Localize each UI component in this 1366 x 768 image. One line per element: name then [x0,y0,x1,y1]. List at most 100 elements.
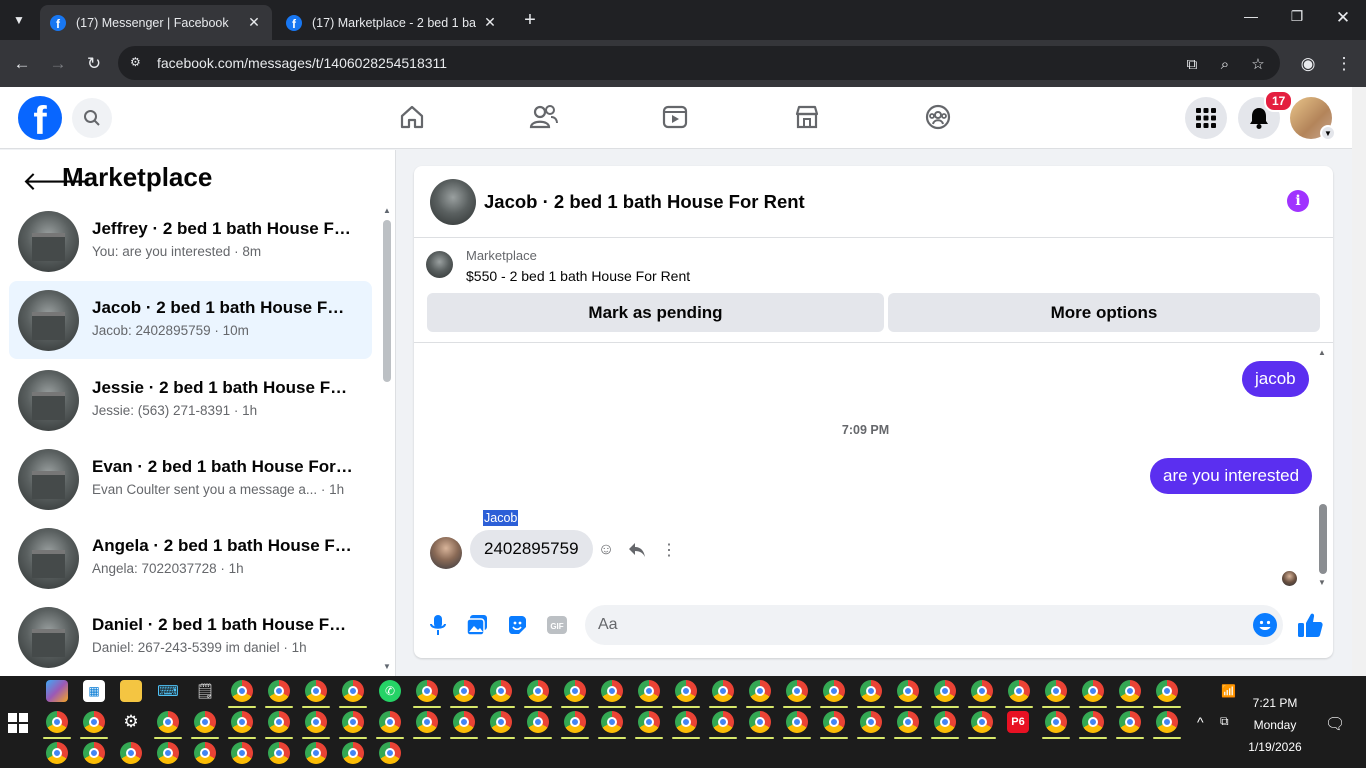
chrome-taskbar-icon[interactable] [80,711,108,739]
chrome-taskbar-icon[interactable] [561,680,589,708]
send-like-button[interactable] [1296,611,1324,639]
notepad-icon[interactable]: 🗒 [194,680,216,702]
tab-close-icon[interactable]: ✕ [482,14,498,31]
chrome-taskbar-icon[interactable] [931,711,959,739]
chrome-taskbar-icon[interactable] [231,742,253,764]
zoom-icon[interactable]: ⌕ [1215,54,1235,74]
chrome-taskbar-icon[interactable] [894,680,922,708]
chrome-taskbar-icon[interactable] [302,711,330,739]
profile-icon[interactable]: ◉ [1296,52,1320,76]
marketplace-nav-button[interactable] [791,101,823,133]
menu-button[interactable] [1185,97,1227,139]
conversation-item[interactable]: Evan · 2 bed 1 bath House For Re... Evan… [9,440,372,518]
scroll-up-arrow-icon[interactable]: ▲ [383,206,391,215]
chrome-taskbar-icon[interactable] [1042,680,1070,708]
gif-button[interactable]: GIF [545,613,569,637]
chrome-taskbar-icon[interactable] [635,680,663,708]
chrome-taskbar-icon[interactable] [931,680,959,708]
chrome-taskbar-icon[interactable] [857,680,885,708]
sticker-button[interactable] [505,613,529,637]
outgoing-message[interactable]: are you interested [1150,458,1313,494]
chrome-taskbar-icon[interactable] [265,680,293,708]
chrome-taskbar-icon[interactable] [598,711,626,739]
chrome-taskbar-icon[interactable] [83,742,105,764]
chrome-taskbar-icon[interactable] [783,680,811,708]
chrome-taskbar-icon[interactable] [228,711,256,739]
chrome-taskbar-icon[interactable] [1042,711,1070,739]
react-emoji-icon[interactable]: ☺ [596,540,616,560]
windows-start-icon[interactable] [8,713,28,733]
chrome-taskbar-icon[interactable] [968,680,996,708]
bookmark-star-icon[interactable]: ☆ [1248,54,1268,74]
chrome-taskbar-icon[interactable] [194,742,216,764]
conversation-item[interactable]: Daniel · 2 bed 1 bath House For ... Dani… [9,598,372,676]
attach-photo-button[interactable] [465,613,489,637]
chrome-taskbar-icon[interactable] [413,680,441,708]
minimize-icon[interactable]: — [1228,8,1274,24]
emoji-picker-button[interactable] [1253,613,1277,637]
chat-title[interactable]: Jacob · 2 bed 1 bath House For Rent [484,191,805,213]
chrome-taskbar-icon[interactable] [1116,680,1144,708]
listing-price-title[interactable]: $550 - 2 bed 1 bath House For Rent [466,268,690,284]
info-icon[interactable]: i [1287,190,1309,212]
conversation-item-selected[interactable]: Jacob · 2 bed 1 bath House For R... Jaco… [9,281,372,359]
scroll-up-arrow-icon[interactable]: ▲ [1318,348,1326,357]
chrome-taskbar-icon[interactable] [450,680,478,708]
chrome-taskbar-icon[interactable] [968,711,996,739]
window-close-icon[interactable]: ✕ [1320,8,1366,28]
whatsapp-icon[interactable]: ✆ [379,680,401,702]
settings-gear-icon[interactable]: ⚙ [120,711,142,733]
account-avatar[interactable]: ▼ [1290,97,1336,141]
chrome-taskbar-icon[interactable] [413,711,441,739]
chrome-taskbar-icon[interactable] [487,680,515,708]
install-app-icon[interactable]: ⧉ [1182,54,1202,74]
forward-icon[interactable]: → [46,52,70,76]
home-nav-button[interactable] [396,101,428,133]
microsoft-store-icon[interactable]: ▦ [83,680,105,702]
chrome-taskbar-icon[interactable] [635,711,663,739]
chrome-taskbar-icon[interactable] [268,742,290,764]
conversation-item[interactable]: Jeffrey · 2 bed 1 bath House For ... You… [9,202,372,280]
clock[interactable]: 7:21 PM Monday 1/19/2026 [1235,692,1315,758]
listing-thumbnail[interactable] [426,251,453,278]
keyboard-icon[interactable]: ⌨ [157,680,179,702]
conversation-item[interactable]: Jessie · 2 bed 1 bath House For R... Jes… [9,361,372,439]
chrome-taskbar-icon[interactable] [305,742,327,764]
reply-icon[interactable] [627,540,647,560]
chrome-taskbar-icon[interactable] [1153,680,1181,708]
back-icon[interactable]: ← [10,52,34,76]
chrome-taskbar-icon[interactable] [857,711,885,739]
chrome-taskbar-icon[interactable] [524,711,552,739]
chrome-taskbar-icon[interactable] [487,711,515,739]
mark-as-pending-button[interactable]: Mark as pending [427,293,884,332]
chrome-taskbar-icon[interactable] [191,711,219,739]
address-bar[interactable]: ⚙ facebook.com/messages/t/14060282545183… [118,46,1280,80]
chrome-taskbar-icon[interactable] [524,680,552,708]
search-button[interactable] [72,98,112,138]
chrome-taskbar-icon[interactable] [1116,711,1144,739]
chrome-taskbar-icon[interactable] [379,742,401,764]
site-info-icon[interactable]: ⚙ [130,55,146,71]
chrome-taskbar-icon[interactable] [1079,711,1107,739]
chrome-taskbar-icon[interactable] [709,680,737,708]
chrome-taskbar-icon[interactable] [746,680,774,708]
browser-menu-icon[interactable]: ⋮ [1332,52,1356,76]
chevron-up-icon[interactable]: ^ [1197,714,1204,730]
chrome-taskbar-icon[interactable] [894,711,922,739]
chrome-taskbar-icon[interactable] [339,680,367,708]
p6-app-icon[interactable]: P6 [1007,711,1029,733]
file-explorer-icon[interactable] [120,680,142,702]
chrome-taskbar-icon[interactable] [339,711,367,739]
list-scrollbar[interactable] [383,220,391,382]
tab-marketplace[interactable]: f (17) Marketplace - 2 bed 1 bath ✕ [276,5,508,40]
scroll-down-arrow-icon[interactable]: ▼ [1318,578,1326,587]
friends-nav-button[interactable] [528,101,560,133]
outgoing-message[interactable]: jacob [1242,361,1309,397]
chrome-taskbar-icon[interactable] [120,742,142,764]
chrome-taskbar-icon[interactable] [342,742,364,764]
new-tab-button[interactable]: + [518,8,542,32]
chrome-taskbar-icon[interactable] [43,711,71,739]
chrome-taskbar-icon[interactable] [820,711,848,739]
chrome-taskbar-icon[interactable] [1079,680,1107,708]
chrome-taskbar-icon[interactable] [672,680,700,708]
